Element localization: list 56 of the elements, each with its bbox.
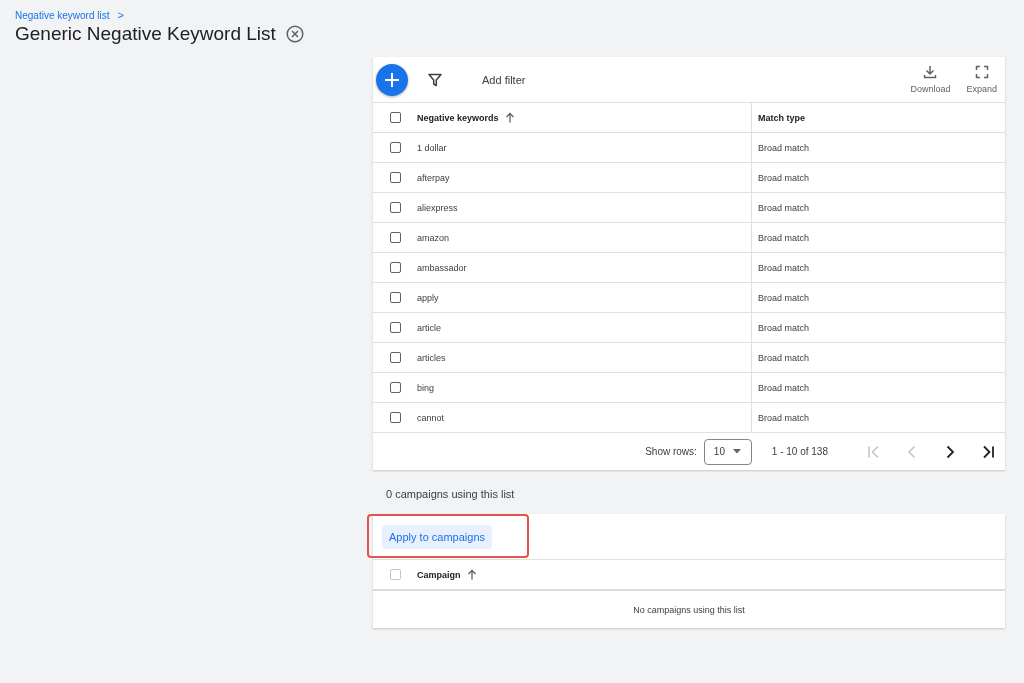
keyword-cell: apply: [417, 292, 439, 303]
match-type-cell: Broad match: [758, 232, 810, 243]
match-type-cell: Broad match: [758, 142, 810, 153]
row-checkbox[interactable]: [389, 202, 401, 213]
match-type-cell: Broad match: [758, 382, 810, 393]
expand-icon: [974, 65, 989, 79]
row-checkbox[interactable]: [389, 142, 401, 153]
last-page-icon[interactable]: [981, 444, 995, 459]
match-type-cell: Broad match: [758, 322, 810, 333]
sort-arrow-icon[interactable]: [504, 112, 515, 123]
dropdown-caret-icon: [732, 449, 741, 454]
keyword-cell: 1 dollar: [417, 142, 447, 153]
row-checkbox[interactable]: [389, 382, 401, 393]
match-type-cell: Broad match: [758, 262, 810, 273]
apply-to-campaigns-button[interactable]: Apply to campaigns: [382, 524, 492, 549]
download-icon: [923, 65, 938, 79]
close-icon[interactable]: [285, 25, 304, 43]
show-rows-label: Show rows:: [645, 446, 697, 457]
match-type-cell: Broad match: [758, 172, 810, 183]
row-checkbox[interactable]: [389, 232, 401, 243]
campaign-count: 0 campaigns using this list: [385, 487, 516, 502]
keyword-cell: amazon: [417, 232, 450, 243]
keyword-cell: ambassador: [417, 262, 467, 273]
keyword-cell: afterpay: [417, 172, 450, 183]
keyword-cell: cannot: [417, 412, 445, 423]
row-checkbox[interactable]: [389, 322, 401, 333]
plus-icon: [384, 71, 400, 88]
page-range: 1 - 10 of 138: [771, 446, 828, 457]
breadcrumb-link[interactable]: Negative keyword list: [15, 9, 110, 21]
keyword-cell: bing: [417, 382, 434, 393]
match-type-cell: Broad match: [758, 292, 810, 303]
filter-icon[interactable]: [428, 72, 442, 87]
match-type-cell: Broad match: [758, 202, 810, 213]
row-checkbox[interactable]: [389, 262, 401, 273]
expand-button[interactable]: Expand: [958, 65, 1005, 94]
breadcrumb-separator: >: [117, 9, 124, 21]
column-header[interactable]: Campaign: [417, 569, 461, 580]
column-header[interactable]: Negative keywords: [417, 112, 499, 123]
rows-per-page-select[interactable]: 10: [703, 438, 752, 465]
keyword-cell: articles: [417, 352, 446, 363]
row-checkbox[interactable]: [389, 292, 401, 303]
keyword-cell: aliexpress: [417, 202, 458, 213]
add-filter-button[interactable]: Add filter: [482, 73, 526, 86]
empty-message: No campaigns using this list: [633, 604, 745, 615]
add-button[interactable]: [376, 63, 408, 96]
select-all-checkbox[interactable]: [389, 112, 401, 123]
row-checkbox[interactable]: [389, 172, 401, 183]
download-button[interactable]: Download: [902, 65, 959, 94]
match-type-cell: Broad match: [758, 412, 810, 423]
row-checkbox[interactable]: [389, 412, 401, 423]
sort-arrow-icon[interactable]: [466, 569, 477, 580]
row-checkbox[interactable]: [389, 352, 401, 363]
keyword-cell: article: [417, 322, 441, 333]
match-type-cell: Broad match: [758, 352, 810, 363]
column-header[interactable]: Match type: [758, 112, 805, 123]
page-title: Generic Negative Keyword List: [15, 23, 276, 45]
